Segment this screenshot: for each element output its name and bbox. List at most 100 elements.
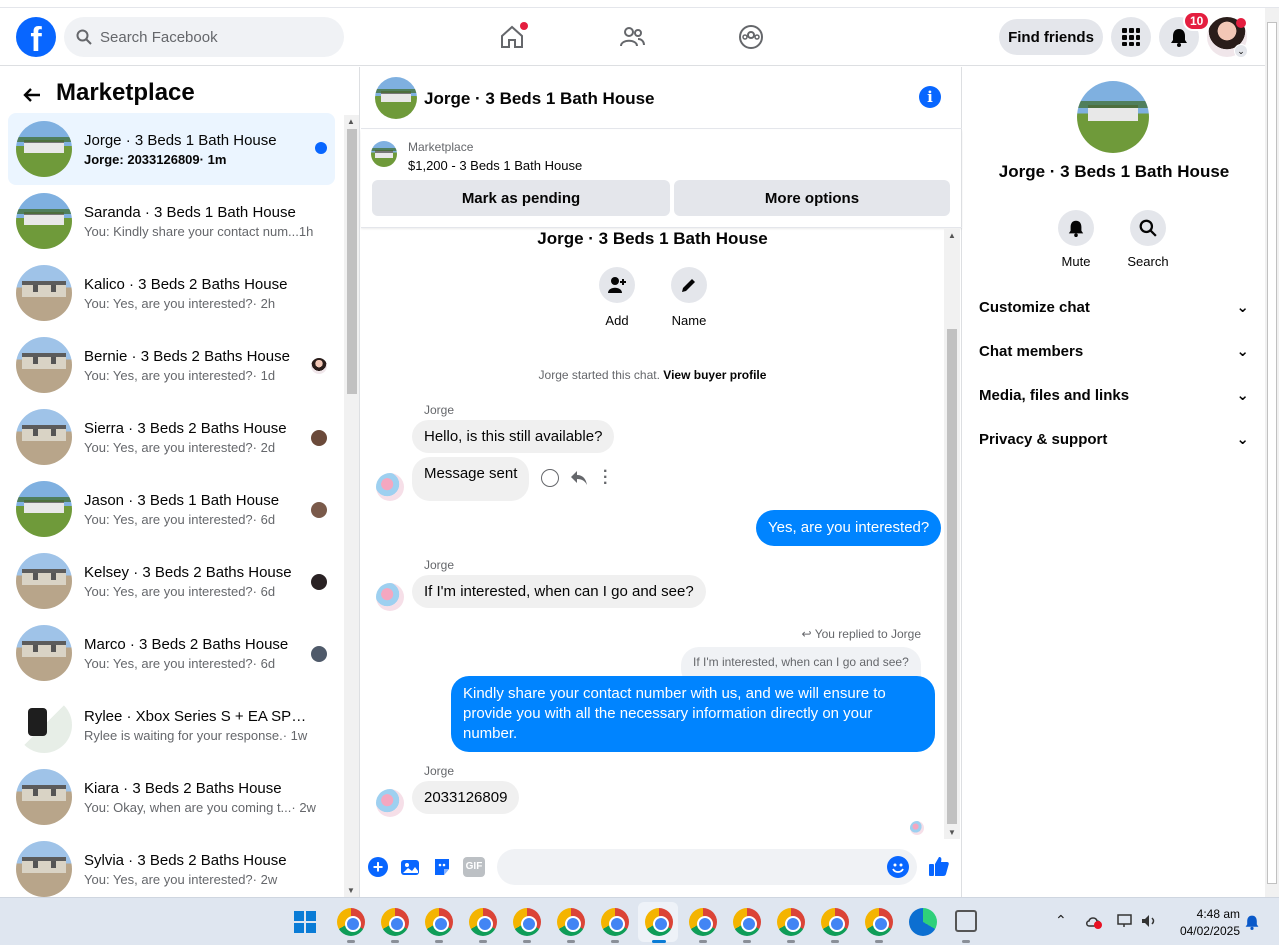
scroll-up-arrow-icon[interactable]: ▲ (347, 117, 355, 126)
plus-icon[interactable]: + (368, 857, 388, 877)
media-files-links-row[interactable]: Media, files and links ⌄ (979, 373, 1249, 417)
conversation-item[interactable]: Marco · 3 Beds 2 Baths House You: Yes, ar… (8, 617, 335, 689)
sticker-icon[interactable] (432, 857, 452, 877)
edge-icon[interactable] (909, 908, 937, 936)
listing-thumbnail[interactable] (371, 141, 397, 167)
search-conversation-button[interactable]: Search (1118, 210, 1178, 269)
chrome-icon[interactable] (557, 908, 585, 943)
chrome-icon[interactable] (381, 908, 409, 943)
sender-name: Jorge (424, 764, 455, 778)
chrome-icon[interactable] (777, 908, 805, 943)
chrome-icon[interactable] (469, 908, 497, 943)
chat-avatar[interactable] (375, 77, 417, 119)
scrollbar-thumb[interactable] (347, 129, 357, 394)
conversation-item[interactable]: Jorge · 3 Beds 1 Bath House Jorge: 203312… (8, 113, 335, 185)
chrome-icon[interactable] (337, 908, 365, 943)
more-actions-icon[interactable]: · · · (603, 464, 608, 492)
chrome-icon[interactable] (645, 908, 673, 943)
menu-grid-icon[interactable] (1111, 17, 1151, 57)
details-avatar[interactable] (1077, 81, 1149, 153)
chevron-down-icon[interactable]: ⌄ (1234, 44, 1248, 58)
snipping-tool-icon[interactable] (955, 910, 977, 943)
conversation-name: Rylee · Xbox Series S + EA SPOR... (84, 707, 316, 725)
conversation-item[interactable]: Bernie · 3 Beds 2 Baths House You: Yes, a… (8, 329, 335, 401)
name-button[interactable]: Name (669, 267, 709, 328)
chrome-icon[interactable] (733, 908, 761, 943)
like-thumbs-up-icon[interactable] (927, 854, 951, 878)
emoji-icon[interactable] (887, 856, 909, 878)
more-options-button[interactable]: More options (674, 180, 950, 216)
listing-thumbnail (16, 337, 72, 393)
conversation-list-panel: Marketplace Jorge · 3 Beds 1 Bath House J… (0, 67, 360, 897)
network-icon[interactable] (1116, 913, 1134, 929)
conversation-preview: Rylee is waiting for your response. (84, 727, 283, 743)
conversation-name: Bernie · 3 Beds 2 Baths House (84, 347, 290, 365)
find-friends-button[interactable]: Find friends (999, 19, 1103, 55)
chrome-icon[interactable] (865, 908, 893, 943)
chrome-icon[interactable] (689, 908, 717, 943)
conversation-time: · 1m (199, 151, 227, 167)
chrome-icon[interactable] (821, 908, 849, 943)
conversation-item[interactable]: Sierra · 3 Beds 2 Baths House You: Yes, a… (8, 401, 335, 473)
conversation-item[interactable]: Kalico · 3 Beds 2 Baths House You: Yes, a… (8, 257, 335, 329)
scroll-down-arrow-icon[interactable]: ▼ (347, 886, 355, 895)
system-clock[interactable]: 4:48 am 04/02/2025 (1170, 906, 1240, 940)
chat-scrollbar[interactable]: ▲ ▼ (944, 229, 960, 839)
listing-price[interactable]: $1,200 - 3 Beds 1 Bath House (408, 158, 582, 173)
chat-members-row[interactable]: Chat members ⌄ (979, 329, 1249, 373)
reply-icon[interactable] (570, 470, 588, 486)
windows-start-icon[interactable] (293, 910, 317, 934)
info-icon[interactable]: i (919, 86, 941, 108)
chat-details-panel: Jorge · 3 Beds 1 Bath House Mute Search … (963, 67, 1265, 897)
conversation-item[interactable]: Sylvia · 3 Beds 2 Baths House You: Yes, a… (8, 833, 335, 897)
page-scrollbar[interactable] (1265, 8, 1279, 897)
privacy-support-row[interactable]: Privacy & support ⌄ (979, 417, 1249, 461)
photo-icon[interactable] (400, 857, 420, 877)
groups-icon[interactable] (731, 17, 771, 57)
add-button[interactable]: Add (597, 267, 637, 328)
conversation-item[interactable]: Kiara · 3 Beds 2 Baths House You: Okay, w… (8, 761, 335, 833)
scroll-down-arrow-icon[interactable]: ▼ (948, 828, 956, 837)
customize-chat-row[interactable]: Customize chat ⌄ (979, 285, 1249, 329)
conversation-item[interactable]: Rylee · Xbox Series S + EA SPOR... Rylee … (8, 689, 335, 761)
conversation-item[interactable]: Jason · 3 Beds 1 Bath House You: Yes, are… (8, 473, 335, 545)
react-emoji-icon[interactable] (541, 469, 559, 487)
search-input[interactable]: Search Facebook (64, 17, 344, 57)
outgoing-message[interactable]: Yes, are you interested? (756, 510, 942, 546)
mark-as-pending-button[interactable]: Mark as pending (372, 180, 670, 216)
conversation-preview: You: Yes, are you interested? (84, 511, 253, 527)
gif-icon[interactable]: GIF (463, 857, 485, 877)
incoming-message[interactable]: Message sent (412, 457, 530, 501)
chrome-icon[interactable] (513, 908, 541, 943)
incoming-message[interactable]: Hello, is this still available? (412, 420, 615, 453)
outgoing-message[interactable]: Kindly share your contact number with us… (451, 676, 935, 752)
sender-avatar[interactable] (376, 473, 404, 501)
conversation-item[interactable]: Kelsey · 3 Beds 2 Baths House You: Yes, a… (8, 545, 335, 617)
notification-bell-icon[interactable] (1244, 913, 1260, 931)
incoming-message[interactable]: If I'm interested, when can I go and see… (412, 575, 706, 608)
sender-name: Jorge (424, 558, 455, 572)
add-person-icon (608, 277, 626, 293)
facebook-logo-icon[interactable]: f (16, 17, 56, 57)
friends-icon[interactable] (612, 17, 652, 57)
scrollbar-thumb[interactable] (1267, 22, 1277, 884)
chat-title[interactable]: Jorge · 3 Beds 1 Bath House (424, 89, 655, 109)
scroll-up-arrow-icon[interactable]: ▲ (948, 231, 956, 240)
conversation-item[interactable]: Saranda · 3 Beds 1 Bath House You: Kindly… (8, 185, 335, 257)
scrollbar-thumb[interactable] (947, 329, 957, 824)
view-buyer-profile-link[interactable]: View buyer profile (663, 368, 766, 382)
message-input[interactable] (497, 849, 917, 885)
chrome-icon[interactable] (425, 908, 453, 943)
volume-icon[interactable] (1140, 913, 1158, 929)
chevron-up-icon[interactable]: ⌃ (1055, 912, 1067, 929)
onedrive-icon[interactable] (1085, 913, 1103, 929)
sender-avatar[interactable] (376, 789, 404, 817)
mute-button[interactable]: Mute (1046, 210, 1106, 269)
back-arrow-icon[interactable] (20, 83, 44, 107)
seen-avatar (311, 430, 327, 446)
conversation-list-scrollbar[interactable]: ▲ ▼ (344, 115, 359, 897)
incoming-message[interactable]: 2033126809 (412, 781, 520, 814)
home-icon[interactable] (492, 17, 532, 57)
chrome-icon[interactable] (601, 908, 629, 943)
sender-avatar[interactable] (376, 583, 404, 611)
